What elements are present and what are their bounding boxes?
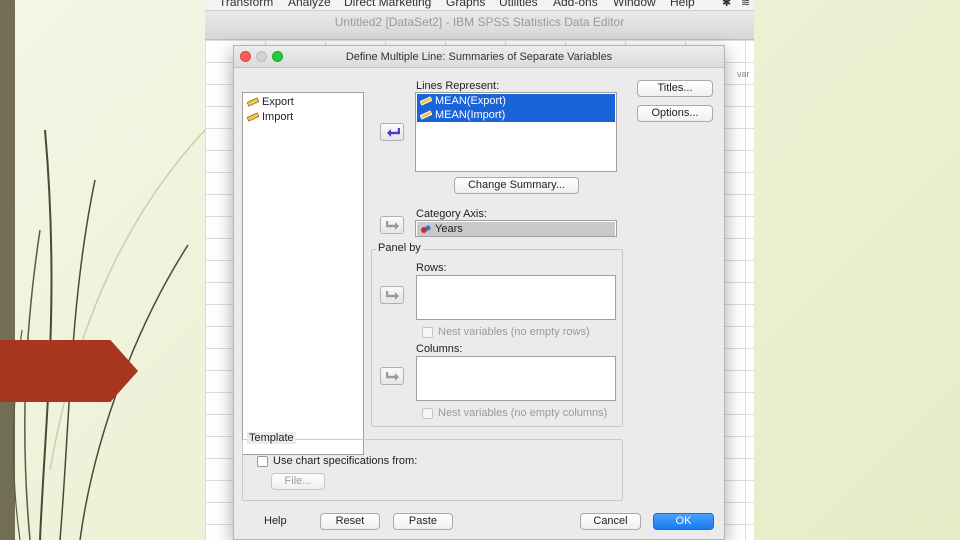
minimize-icon[interactable] xyxy=(256,51,267,62)
category-axis-value: Years xyxy=(417,222,615,236)
arrow-right-icon xyxy=(386,291,399,300)
window-title: Untitled2 [DataSet2] - IBM SPSS Statisti… xyxy=(205,11,754,40)
arrow-right-icon xyxy=(386,372,399,381)
wifi-icon[interactable]: ≋ xyxy=(741,0,750,9)
list-item[interactable]: Export xyxy=(244,95,362,109)
menu-analyze[interactable]: Analyze xyxy=(288,0,331,9)
menu-direct-marketing[interactable]: Direct Marketing xyxy=(344,0,431,9)
columns-list[interactable] xyxy=(416,356,616,401)
help-button[interactable]: Help xyxy=(264,513,294,530)
var-column-label: var xyxy=(737,69,750,79)
use-chart-spec-label: Use chart specifications from: xyxy=(273,455,418,467)
menu-bar: Transform Analyze Direct Marketing Graph… xyxy=(205,0,754,11)
nest-rows-label: Nest variables (no empty rows) xyxy=(438,326,590,338)
move-to-lines-button[interactable] xyxy=(380,123,404,141)
bluetooth-icon[interactable]: ✱ xyxy=(722,0,731,9)
use-chart-spec-checkbox[interactable] xyxy=(257,456,268,467)
menu-help[interactable]: Help xyxy=(670,0,695,9)
template-group: Template xyxy=(242,432,623,501)
nest-columns-label: Nest variables (no empty columns) xyxy=(438,407,608,419)
grass-decoration xyxy=(12,129,206,540)
change-summary-button[interactable]: Change Summary... xyxy=(454,177,579,194)
columns-label: Columns: xyxy=(416,343,463,355)
scale-ruler-icon xyxy=(247,112,259,122)
menu-add-ons[interactable]: Add-ons xyxy=(553,0,598,9)
file-button[interactable]: File... xyxy=(271,473,325,490)
category-axis-text: Years xyxy=(435,223,463,235)
options-button[interactable]: Options... xyxy=(637,105,713,122)
scale-ruler-icon xyxy=(420,96,432,106)
slide-arrow-shape xyxy=(0,340,138,402)
scale-ruler-icon xyxy=(247,97,259,107)
panel-by-title: Panel by xyxy=(376,242,423,254)
arrow-right-icon xyxy=(386,221,399,230)
reset-button[interactable]: Reset xyxy=(320,513,380,530)
list-item[interactable]: Import xyxy=(244,110,362,124)
scale-ruler-icon xyxy=(420,110,432,120)
cancel-button[interactable]: Cancel xyxy=(580,513,641,530)
variable-label: Import xyxy=(262,111,294,123)
rows-label: Rows: xyxy=(416,262,447,274)
menu-transform[interactable]: Transform xyxy=(219,0,273,9)
paste-button[interactable]: Paste xyxy=(393,513,453,530)
category-axis-label: Category Axis: xyxy=(416,208,487,220)
line-item-label: MEAN(Import) xyxy=(435,109,506,121)
nest-rows-checkbox[interactable] xyxy=(422,327,433,338)
zoom-icon[interactable] xyxy=(272,51,283,62)
move-to-rows-button[interactable] xyxy=(380,286,404,304)
menu-utilities[interactable]: Utilities xyxy=(499,0,538,9)
list-item[interactable]: MEAN(Import) xyxy=(417,108,615,122)
titles-button[interactable]: Titles... xyxy=(637,80,713,97)
ok-button[interactable]: OK xyxy=(653,513,714,530)
line-item-label: MEAN(Export) xyxy=(435,95,506,107)
lines-represent-list[interactable]: MEAN(Export) MEAN(Import) xyxy=(415,92,617,172)
category-axis-field[interactable]: Years xyxy=(415,220,617,237)
list-item[interactable]: MEAN(Export) xyxy=(417,94,615,108)
nest-columns-checkbox[interactable] xyxy=(422,408,433,419)
nominal-variable-icon xyxy=(421,225,431,233)
move-to-columns-button[interactable] xyxy=(380,367,404,385)
menu-graphs[interactable]: Graphs xyxy=(446,0,485,9)
template-title: Template xyxy=(247,432,296,444)
move-to-category-button[interactable] xyxy=(380,216,404,234)
define-multiple-line-dialog: Define Multiple Line: Summaries of Separ… xyxy=(233,45,725,540)
rows-list[interactable] xyxy=(416,275,616,320)
dialog-title: Define Multiple Line: Summaries of Separ… xyxy=(234,46,724,68)
arrow-left-icon xyxy=(387,128,400,137)
menu-window[interactable]: Window xyxy=(613,0,656,9)
source-variable-list[interactable]: Export Import xyxy=(242,92,364,455)
lines-represent-label: Lines Represent: xyxy=(416,80,500,92)
variable-label: Export xyxy=(262,96,294,108)
close-icon[interactable] xyxy=(240,51,251,62)
